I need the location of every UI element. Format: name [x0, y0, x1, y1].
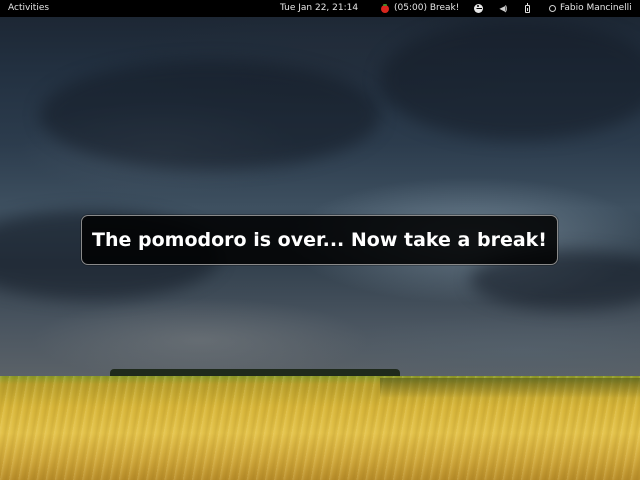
user-name: Fabio Mancinelli [560, 3, 632, 13]
volume-icon: ◀) [499, 4, 507, 13]
accessibility-menu[interactable] [472, 0, 484, 17]
wallpaper-field-shadow [380, 378, 640, 398]
desktop: Activities Tue Jan 22, 21:14 (05:00) Bre… [0, 0, 640, 480]
tomato-icon [381, 3, 389, 13]
battery-icon [524, 2, 530, 13]
cloud [380, 20, 640, 140]
horizon-treeline [110, 369, 400, 376]
user-status-icon [549, 5, 556, 12]
notification-banner[interactable]: The pomodoro is over... Now take a break… [81, 215, 558, 265]
battery-menu[interactable] [522, 0, 532, 17]
pomodoro-indicator[interactable]: (05:00) Break! [381, 0, 459, 17]
pomodoro-timer-label: (05:00) Break! [394, 3, 460, 13]
accessibility-icon [473, 4, 483, 13]
notification-message: The pomodoro is over... Now take a break… [92, 229, 547, 251]
activities-button[interactable]: Activities [8, 0, 49, 17]
clock-button[interactable]: Tue Jan 22, 21:14 [280, 0, 358, 17]
wallpaper-sky [0, 0, 640, 378]
user-menu[interactable]: Fabio Mancinelli [549, 0, 632, 17]
volume-menu[interactable]: ◀) [496, 0, 510, 17]
cloud [40, 60, 380, 170]
top-bar: Activities Tue Jan 22, 21:14 (05:00) Bre… [0, 0, 640, 17]
